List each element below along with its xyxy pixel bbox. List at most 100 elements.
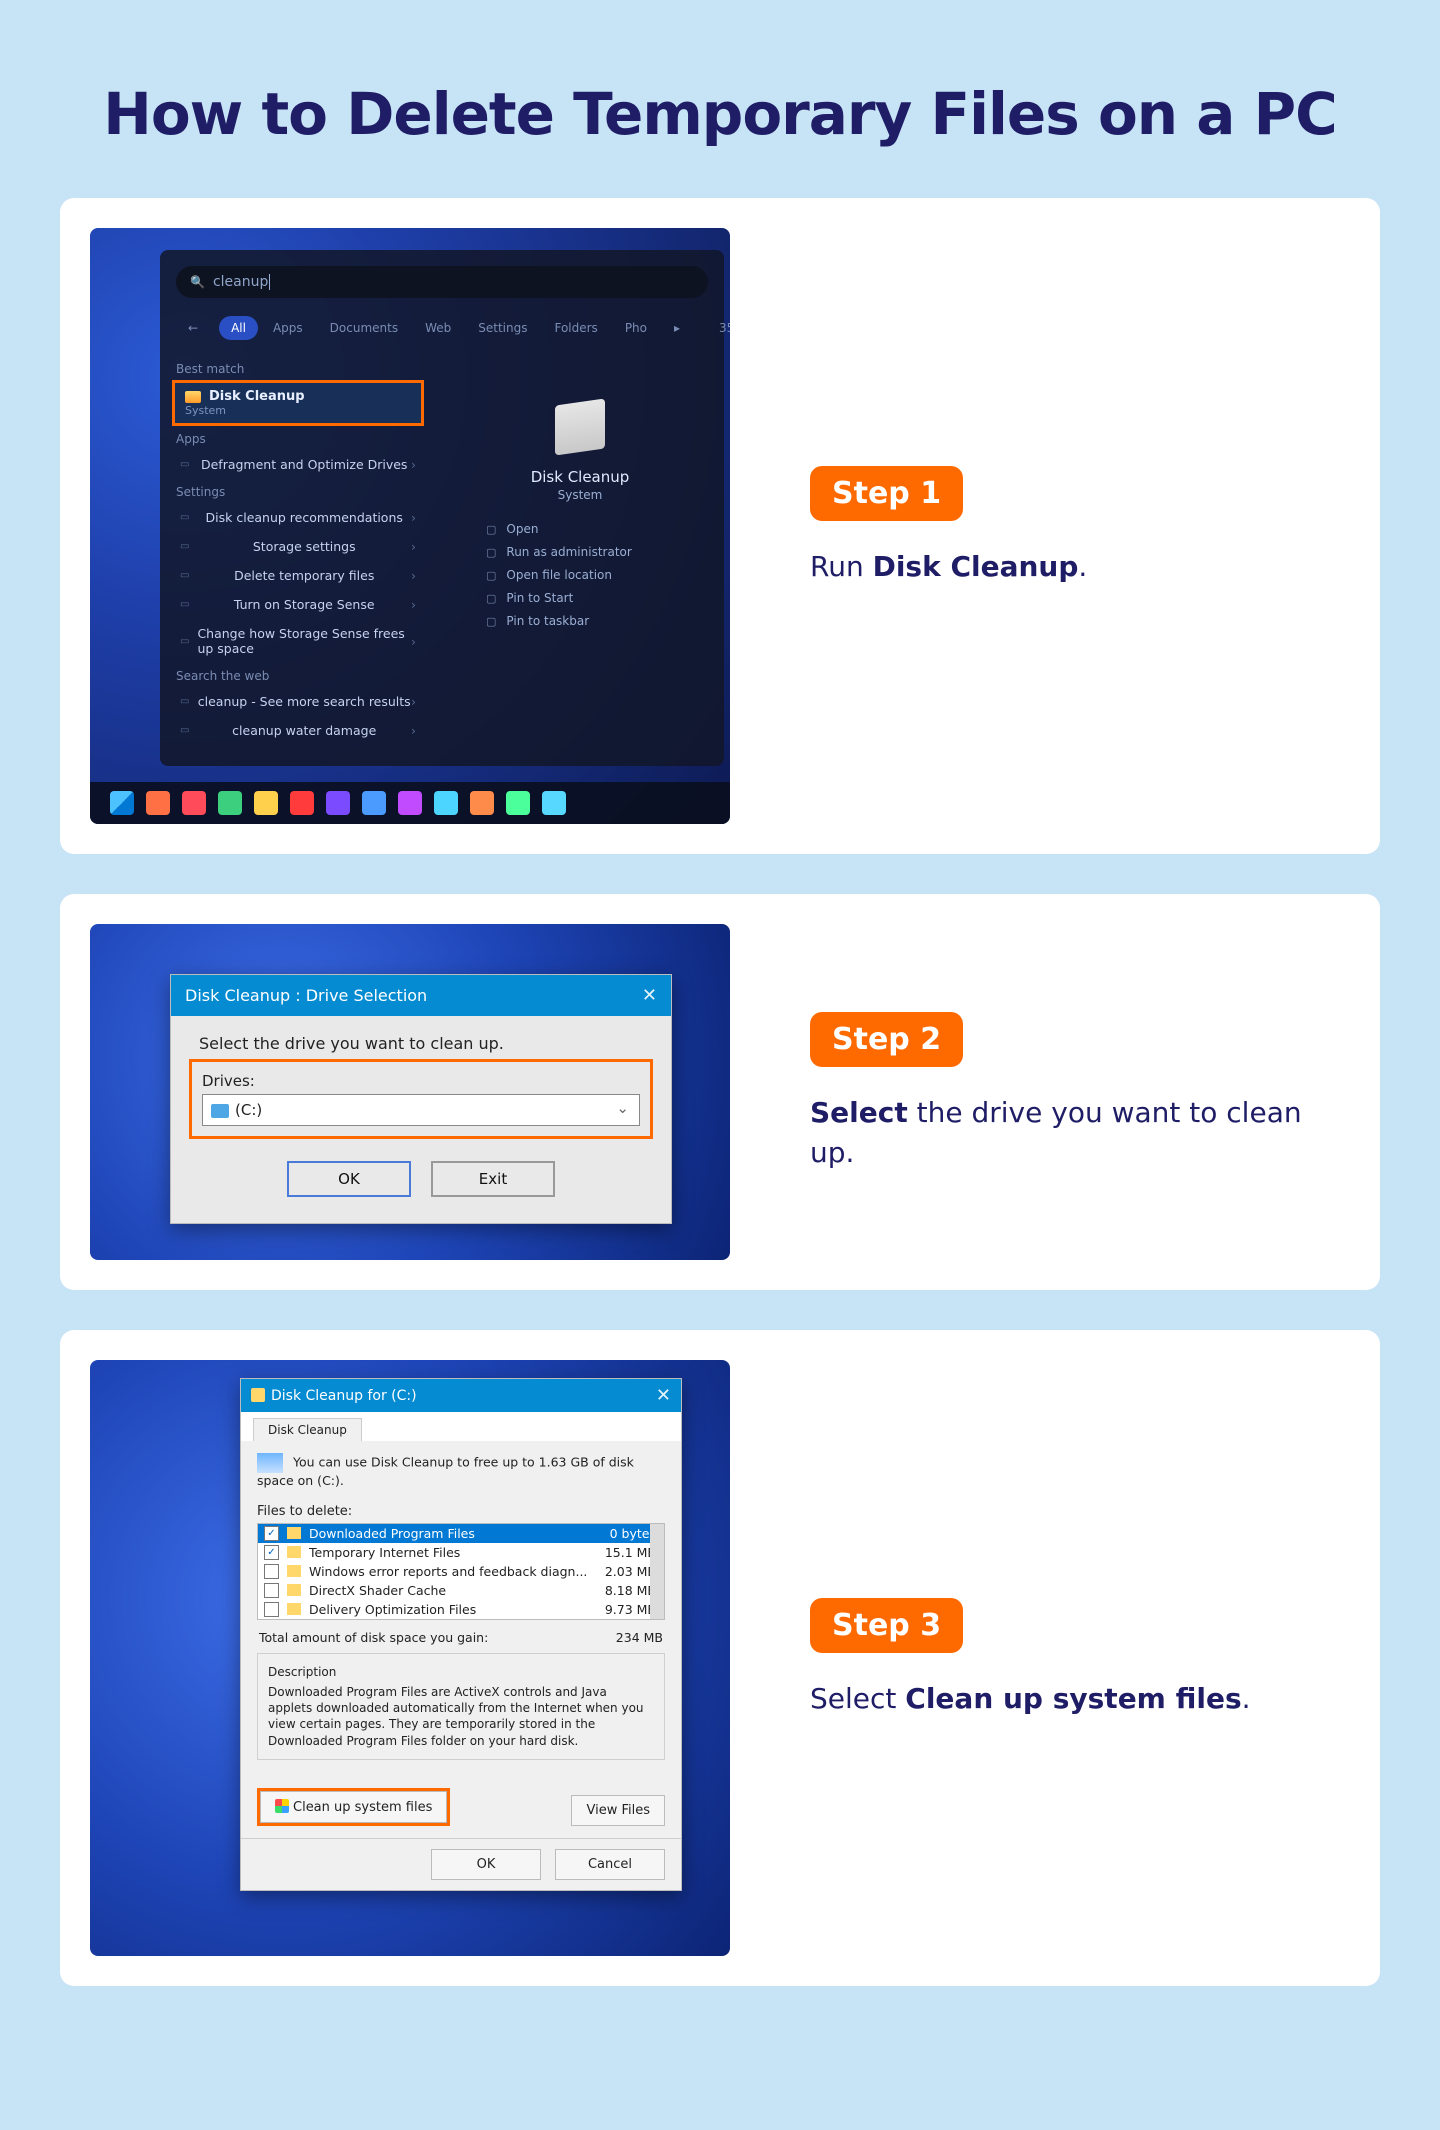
taskbar-app-icon[interactable] bbox=[146, 791, 170, 815]
page-title: How to Delete Temporary Files on a PC bbox=[60, 80, 1380, 148]
tab-photos[interactable]: Pho bbox=[613, 316, 659, 340]
step-2-caption: Select the drive you want to clean up. bbox=[810, 1093, 1350, 1171]
step-3-screenshot: Disk Cleanup for (C:) ✕ Disk Cleanup You… bbox=[90, 1360, 730, 1956]
checkbox[interactable] bbox=[264, 1545, 279, 1560]
tab-settings[interactable]: Settings bbox=[466, 316, 539, 340]
action-pin-start[interactable]: Pin to Start bbox=[486, 591, 704, 605]
step-1-badge: Step 1 bbox=[810, 466, 963, 521]
folder-icon bbox=[287, 1565, 301, 1577]
checkbox[interactable] bbox=[264, 1583, 279, 1598]
highlight-box: Clean up system files bbox=[257, 1788, 450, 1826]
taskbar-app-icon[interactable] bbox=[542, 791, 566, 815]
ok-button[interactable]: OK bbox=[431, 1849, 541, 1880]
result-delete-temp[interactable]: Delete temporary files bbox=[176, 561, 436, 590]
gain-value: 234 MB bbox=[616, 1630, 663, 1645]
web-result-b[interactable]: cleanup water damage bbox=[176, 716, 436, 745]
taskbar-app-icon[interactable] bbox=[218, 791, 242, 815]
step-3-card: Disk Cleanup for (C:) ✕ Disk Cleanup You… bbox=[60, 1330, 1380, 1986]
step-3-badge: Step 3 bbox=[810, 1598, 963, 1653]
result-storage-sense[interactable]: Turn on Storage Sense bbox=[176, 590, 436, 619]
best-match-label: Best match bbox=[176, 362, 436, 376]
taskbar-app-icon[interactable] bbox=[326, 791, 350, 815]
search-input[interactable]: cleanup bbox=[176, 266, 708, 298]
step-1-card: cleanup ← All Apps Documents Web Setting… bbox=[60, 198, 1380, 854]
result-storage-settings[interactable]: Storage settings bbox=[176, 532, 436, 561]
apps-label: Apps bbox=[176, 432, 436, 446]
clean-system-files-button[interactable]: Clean up system files bbox=[260, 1791, 447, 1823]
taskbar-app-icon[interactable] bbox=[362, 791, 386, 815]
taskbar-app-icon[interactable] bbox=[254, 791, 278, 815]
taskbar-app-icon[interactable] bbox=[290, 791, 314, 815]
ok-button[interactable]: OK bbox=[287, 1161, 411, 1197]
disk-cleanup-large-icon bbox=[555, 398, 605, 455]
taskbar-app-icon[interactable] bbox=[506, 791, 530, 815]
drive-selection-dialog: Disk Cleanup : Drive Selection ✕ Select … bbox=[170, 974, 672, 1224]
tab-apps[interactable]: Apps bbox=[261, 316, 315, 340]
preview-subtitle: System bbox=[456, 488, 704, 502]
rewards-count[interactable]: 35 bbox=[707, 316, 730, 340]
disk-cleanup-icon bbox=[185, 391, 201, 403]
file-row-delivery-opt[interactable]: Delivery Optimization Files9.73 MB bbox=[258, 1600, 664, 1619]
disk-cleanup-icon bbox=[251, 1388, 265, 1402]
files-to-delete-label: Files to delete: bbox=[257, 1504, 665, 1519]
tab-more-icon[interactable]: ▸ bbox=[662, 316, 692, 340]
cleanup-info: You can use Disk Cleanup to free up to 1… bbox=[257, 1453, 665, 1490]
file-row-downloaded-programs[interactable]: Downloaded Program Files0 bytes bbox=[258, 1524, 664, 1543]
view-files-button[interactable]: View Files bbox=[571, 1795, 665, 1826]
checkbox[interactable] bbox=[264, 1564, 279, 1579]
close-icon[interactable]: ✕ bbox=[656, 1385, 671, 1406]
file-row-error-reports[interactable]: Windows error reports and feedback diagn… bbox=[258, 1562, 664, 1581]
drive-select[interactable]: (C:) bbox=[202, 1094, 640, 1126]
best-match-disk-cleanup[interactable]: Disk Disk CleanupCleanup System bbox=[172, 380, 424, 426]
folder-icon bbox=[287, 1527, 301, 1539]
back-icon[interactable]: ← bbox=[176, 316, 210, 340]
dialog-title: Disk Cleanup : Drive Selection bbox=[185, 986, 427, 1005]
file-row-directx-cache[interactable]: DirectX Shader Cache8.18 MB bbox=[258, 1581, 664, 1600]
action-run-admin[interactable]: Run as administrator bbox=[486, 545, 704, 559]
cancel-button[interactable]: Cancel bbox=[555, 1849, 665, 1880]
drives-label: Drives: bbox=[202, 1072, 640, 1090]
exit-button[interactable]: Exit bbox=[431, 1161, 555, 1197]
scrollbar[interactable] bbox=[650, 1524, 664, 1619]
preview-pane: Disk Cleanup System Open Run as administ… bbox=[436, 356, 724, 745]
file-row-temp-internet[interactable]: Temporary Internet Files15.1 MB bbox=[258, 1543, 664, 1562]
search-filter-tabs[interactable]: ← All Apps Documents Web Settings Folder… bbox=[160, 308, 724, 356]
step-2-card: Disk Cleanup : Drive Selection ✕ Select … bbox=[60, 894, 1380, 1290]
result-storage-sense-config[interactable]: Change how Storage Sense frees up space bbox=[176, 619, 436, 663]
tab-all[interactable]: All bbox=[219, 316, 258, 340]
step-2-screenshot: Disk Cleanup : Drive Selection ✕ Select … bbox=[90, 924, 730, 1260]
action-pin-taskbar[interactable]: Pin to taskbar bbox=[486, 614, 704, 628]
step-1-caption: Run Disk Cleanup. bbox=[810, 547, 1350, 586]
files-list[interactable]: Downloaded Program Files0 bytes Temporar… bbox=[257, 1523, 665, 1620]
drive-icon bbox=[257, 1453, 283, 1473]
highlight-box: Drives: (C:) bbox=[189, 1059, 653, 1139]
checkbox[interactable] bbox=[264, 1602, 279, 1617]
gain-label: Total amount of disk space you gain: bbox=[259, 1630, 488, 1645]
preview-title: Disk Cleanup bbox=[456, 468, 704, 486]
taskbar-app-icon[interactable] bbox=[434, 791, 458, 815]
shield-icon bbox=[275, 1799, 289, 1813]
result-defragment[interactable]: Defragment and Optimize Drives bbox=[176, 450, 436, 479]
tab-web[interactable]: Web bbox=[413, 316, 463, 340]
tab-folders[interactable]: Folders bbox=[542, 316, 609, 340]
start-icon[interactable] bbox=[110, 791, 134, 815]
result-disk-cleanup-rec[interactable]: Disk cleanup recommendations bbox=[176, 503, 436, 532]
tab-documents[interactable]: Documents bbox=[318, 316, 410, 340]
step-3-caption: Select Clean up system files. bbox=[810, 1679, 1350, 1718]
tab-disk-cleanup[interactable]: Disk Cleanup bbox=[253, 1418, 362, 1441]
drive-icon bbox=[211, 1104, 229, 1118]
action-open-location[interactable]: Open file location bbox=[486, 568, 704, 582]
taskbar-app-icon[interactable] bbox=[398, 791, 422, 815]
step-2-badge: Step 2 bbox=[810, 1012, 963, 1067]
search-web-label: Search the web bbox=[176, 669, 436, 683]
web-result-a[interactable]: cleanup - See more search results bbox=[176, 687, 436, 716]
close-icon[interactable]: ✕ bbox=[642, 985, 657, 1006]
taskbar[interactable] bbox=[90, 782, 730, 824]
folder-icon bbox=[287, 1603, 301, 1615]
action-open[interactable]: Open bbox=[486, 522, 704, 536]
taskbar-app-icon[interactable] bbox=[470, 791, 494, 815]
checkbox[interactable] bbox=[264, 1526, 279, 1541]
disk-cleanup-dialog: Disk Cleanup for (C:) ✕ Disk Cleanup You… bbox=[240, 1378, 682, 1891]
taskbar-app-icon[interactable] bbox=[182, 791, 206, 815]
settings-label: Settings bbox=[176, 485, 436, 499]
